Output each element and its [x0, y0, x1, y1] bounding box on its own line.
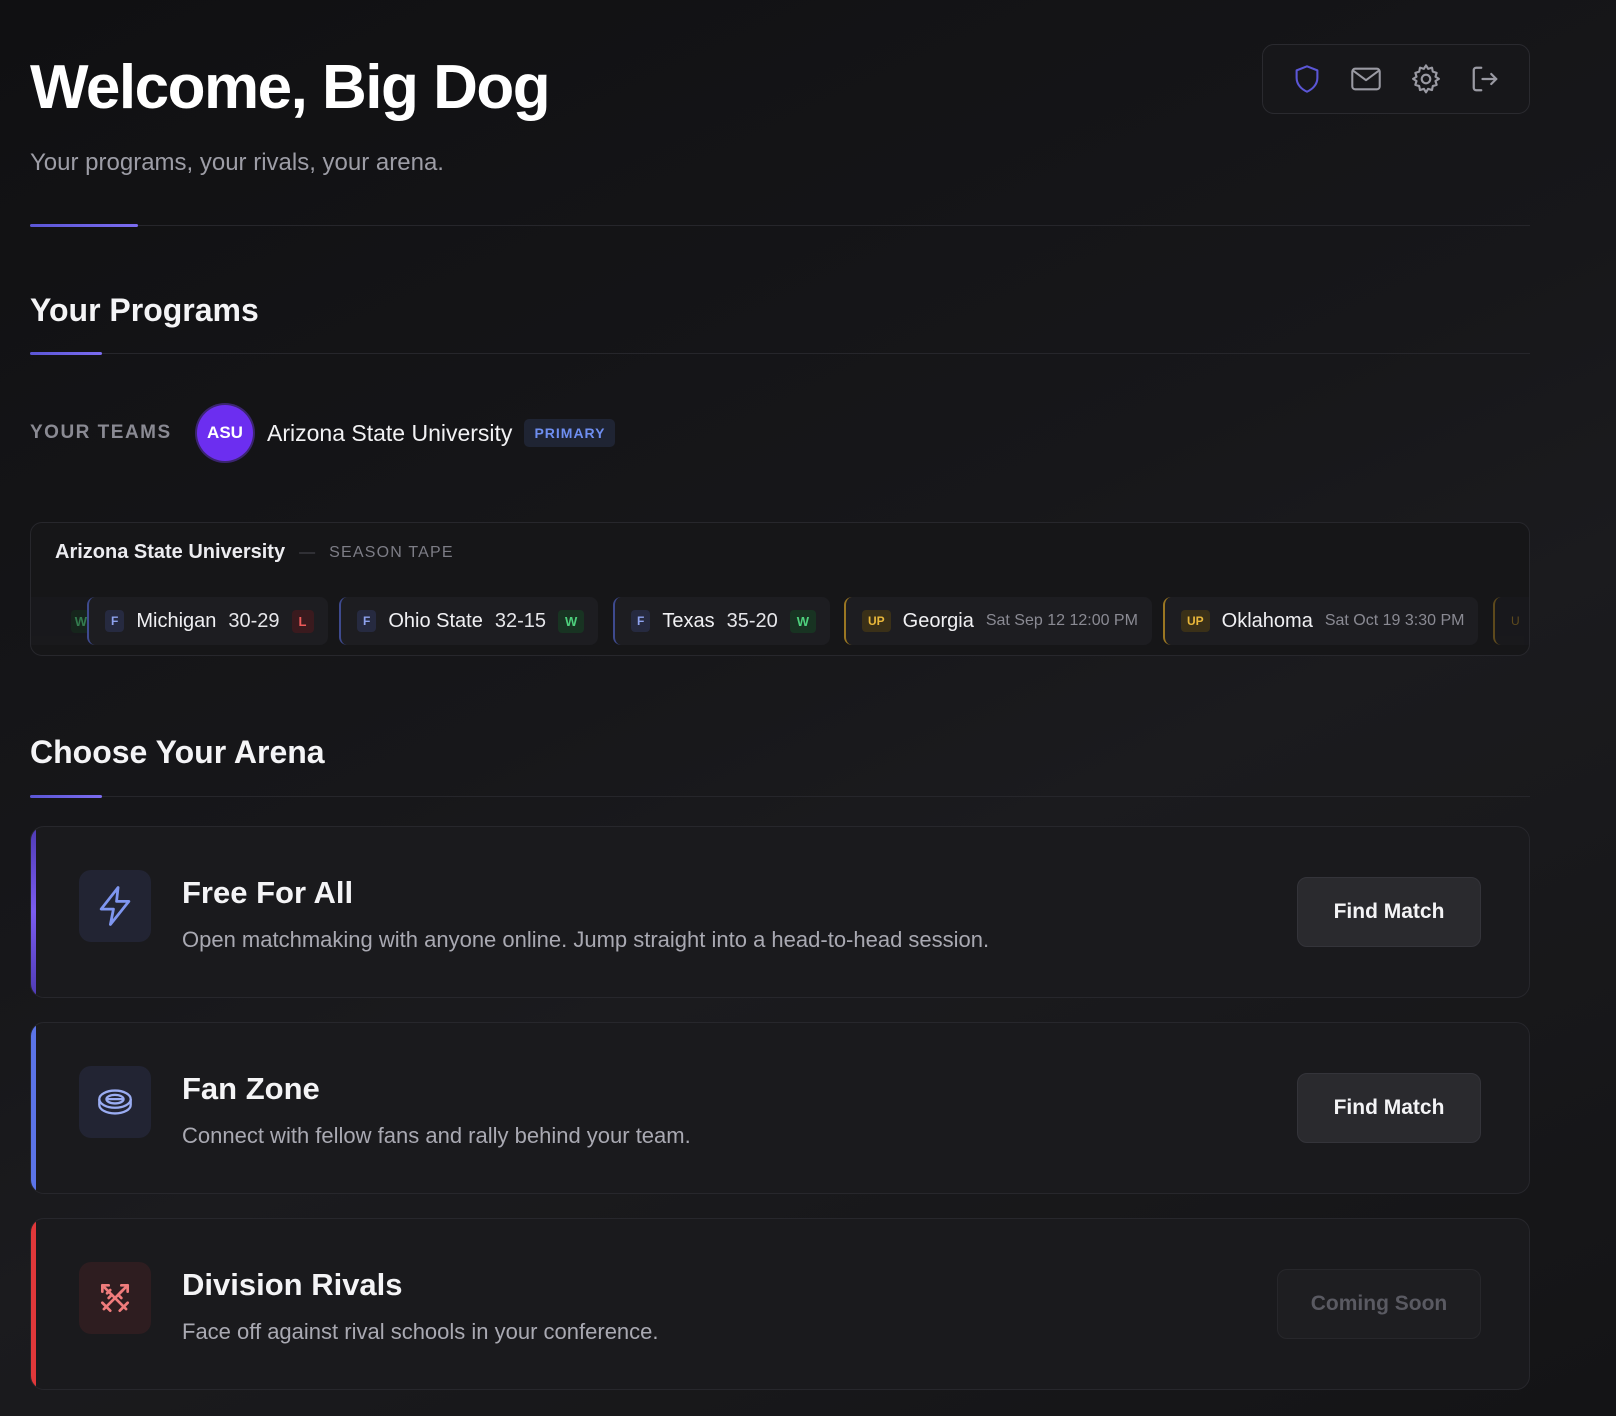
divider-accent: [30, 795, 102, 798]
result-badge: W: [789, 609, 817, 633]
dashboard: Welcome, Big Dog Your programs, your riv…: [30, 0, 1530, 1390]
season-tape-header: Arizona State University — SEASON TAPE: [55, 541, 454, 564]
lightning-icon: [79, 870, 151, 942]
game-score: 32-15: [494, 609, 547, 632]
header-divider: [30, 224, 1530, 227]
season-tape-label: SEASON TAPE: [329, 543, 454, 561]
final-tag: F: [631, 610, 651, 632]
page-subtitle: Your programs, your rivals, your arena.: [30, 149, 444, 176]
game-chip[interactable]: F Ohio State 32-15 W: [339, 597, 599, 645]
gear-icon[interactable]: [1406, 59, 1446, 99]
programs-divider: [30, 352, 1530, 355]
opponent-name: Texas: [662, 609, 715, 632]
season-tape: Arizona State University — SEASON TAPE W…: [30, 522, 1530, 656]
logout-icon[interactable]: [1465, 59, 1505, 99]
arena-card-division-rivals: Division Rivals Face off against rival s…: [30, 1218, 1530, 1390]
arena-card-fan-zone: Fan Zone Connect with fellow fans and ra…: [30, 1022, 1530, 1194]
final-tag: F: [105, 610, 125, 632]
final-tag: F: [357, 610, 377, 632]
primary-badge: PRIMARY: [524, 419, 616, 447]
card-description: Connect with fellow fans and rally behin…: [182, 1123, 691, 1148]
arena-title: Choose Your Arena: [30, 734, 325, 770]
opponent-name: Ohio State: [388, 609, 483, 632]
team-name[interactable]: Arizona State University: [267, 420, 512, 447]
find-match-button[interactable]: Find Match: [1297, 1073, 1481, 1143]
arena-card-free-for-all: Free For All Open matchmaking with anyon…: [30, 826, 1530, 998]
card-accent-stripe: [31, 1023, 36, 1193]
game-score: 30-29: [228, 609, 280, 632]
card-title: Fan Zone: [182, 1071, 320, 1106]
game-chip-upcoming[interactable]: UP Georgia Sat Sep 12 12:00 PM: [844, 597, 1152, 645]
teams-label: YOUR TEAMS: [30, 422, 172, 443]
team-avatar[interactable]: ASU: [197, 405, 253, 461]
opponent-name: Michigan: [136, 609, 217, 632]
result-badge: L: [291, 609, 314, 633]
game-score: 35-20: [726, 609, 778, 632]
game-chip[interactable]: F Michigan 30-29 L: [87, 597, 328, 645]
programs-title: Your Programs: [30, 292, 259, 328]
arena-divider: [30, 795, 1530, 798]
card-description: Face off against rival schools in your c…: [182, 1319, 659, 1344]
shield-icon[interactable]: [1287, 59, 1327, 99]
page-header: Welcome, Big Dog Your programs, your riv…: [30, 0, 1530, 227]
opponent-name: Oklahoma: [1221, 609, 1313, 632]
game-datetime: Sat Oct 19 3:30 PM: [1324, 612, 1465, 629]
card-title: Division Rivals: [182, 1267, 403, 1302]
result-badge: W: [558, 609, 585, 633]
divider-accent: [30, 224, 138, 227]
card-accent-stripe: [31, 827, 36, 997]
upcoming-tag: UP: [1181, 610, 1210, 632]
opponent-name: Georgia: [902, 609, 974, 632]
game-chip-upcoming[interactable]: UP Oklahoma Sat Oct 19 3:30 PM: [1163, 597, 1479, 645]
card-description: Open matchmaking with anyone online. Jum…: [182, 927, 990, 952]
header-toolbar: [1262, 44, 1530, 114]
upcoming-tag: UP: [862, 610, 891, 632]
stadium-icon: [79, 1066, 151, 1138]
page-title: Welcome, Big Dog: [30, 53, 551, 122]
mail-icon[interactable]: [1346, 59, 1386, 99]
teams-row: YOUR TEAMS ASU Arizona State University …: [30, 405, 616, 461]
find-match-button[interactable]: Find Match: [1297, 877, 1481, 947]
game-datetime: Sat Sep 12 12:00 PM: [985, 612, 1138, 629]
card-title: Free For All: [182, 875, 354, 910]
coming-soon-button[interactable]: Coming Soon: [1277, 1269, 1481, 1339]
upcoming-tag: U: [1511, 614, 1520, 628]
crossed-swords-icon: [79, 1262, 151, 1334]
divider-accent: [30, 352, 102, 355]
season-tape-separator: —: [299, 543, 316, 561]
season-tape-team: Arizona State University: [55, 541, 286, 563]
game-chip-partial[interactable]: U: [1493, 597, 1529, 645]
season-tape-scroller[interactable]: W F Michigan 30-29 L F Ohio State 32-15 …: [31, 597, 1529, 645]
card-accent-stripe: [31, 1219, 36, 1389]
game-chip[interactable]: F Texas 35-20 W: [613, 597, 831, 645]
